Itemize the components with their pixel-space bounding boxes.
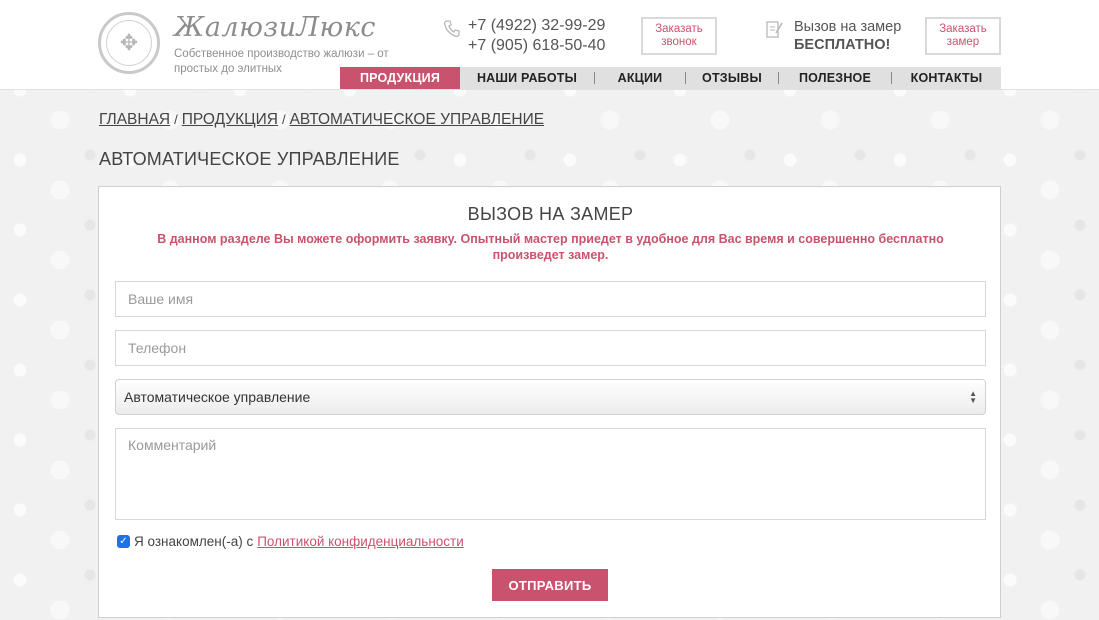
order-measure-button[interactable]: Заказать замер <box>925 17 1001 55</box>
main-nav: ПРОДУКЦИЯ НАШИ РАБОТЫ АКЦИИ ОТЗЫВЫ ПОЛЕЗ… <box>340 67 1001 89</box>
page-title: АВТОМАТИЧЕСКОЕ УПРАВЛЕНИЕ <box>99 149 400 169</box>
nav-item-reviews[interactable]: ОТЗЫВЫ <box>686 67 778 89</box>
form-title: ВЫЗОВ НА ЗАМЕР <box>467 204 634 224</box>
nav-item-useful[interactable]: ПОЛЕЗНОЕ <box>779 67 891 89</box>
form-description: В данном разделе Вы можете оформить заяв… <box>157 232 944 262</box>
nav-item-our-works[interactable]: НАШИ РАБОТЫ <box>460 67 594 89</box>
phone-number-1[interactable]: +7 (4922) 32-99-29 <box>468 16 605 36</box>
clipboard-icon <box>765 19 783 39</box>
breadcrumb-products[interactable]: ПРОДУКЦИЯ <box>182 111 278 128</box>
free-measure-line2: БЕСПЛАТНО! <box>794 37 891 53</box>
measure-button-line2: замер <box>946 36 980 48</box>
phone-icon <box>443 20 462 38</box>
nav-item-promotions[interactable]: АКЦИИ <box>595 67 685 89</box>
consent-text: Я ознакомлен(-а) с <box>134 534 254 549</box>
comment-textarea[interactable]: Комментарий <box>115 428 986 520</box>
select-arrows-icon: ▲ ▼ <box>969 389 977 405</box>
callback-button-line1: Заказать <box>655 23 703 35</box>
phone-input[interactable]: Телефон <box>115 330 986 366</box>
breadcrumb-current[interactable]: АВТОМАТИЧЕСКОЕ УПРАВЛЕНИЕ <box>290 111 545 128</box>
product-select-value: Автоматическое управление <box>124 389 311 405</box>
name-input[interactable]: Ваше имя <box>115 281 986 317</box>
product-select[interactable]: Автоматическое управление ▲ ▼ <box>115 379 986 415</box>
breadcrumb-separator: / <box>174 112 178 127</box>
free-measure-text: Вызов на замер БЕСПЛАТНО! <box>794 18 901 54</box>
logo-emblem[interactable]: ✥ <box>98 12 160 74</box>
nav-item-contacts[interactable]: КОНТАКТЫ <box>892 67 1001 89</box>
nav-item-products[interactable]: ПРОДУКЦИЯ <box>340 67 460 89</box>
callback-button-line2: звонок <box>661 36 697 48</box>
measure-button-line1: Заказать <box>939 23 987 35</box>
phone-number-2[interactable]: +7 (905) 618-50-40 <box>468 36 605 56</box>
breadcrumb-separator: / <box>281 112 286 127</box>
site-header: ✥ ЖалюзиЛюкс Собственное производство жа… <box>0 0 1099 90</box>
measure-request-form: ВЫЗОВ НА ЗАМЕР В данном разделе Вы может… <box>98 186 1001 618</box>
free-measure-line1: Вызов на замер <box>794 19 902 35</box>
privacy-consent: ✓ Я ознакомлен(-а) с Политикой конфиденц… <box>117 534 464 549</box>
brand-name[interactable]: ЖалюзиЛюкс <box>174 12 376 43</box>
logo-ornament-icon: ✥ <box>106 20 152 66</box>
privacy-policy-link[interactable]: Политикой конфиденциальности <box>257 534 464 549</box>
breadcrumb-home[interactable]: ГЛАВНАЯ <box>99 111 170 128</box>
phone-numbers: +7 (4922) 32-99-29 +7 (905) 618-50-40 <box>468 16 605 56</box>
consent-checkbox[interactable]: ✓ <box>117 535 130 548</box>
breadcrumb: ГЛАВНАЯ / ПРОДУКЦИЯ / АВТОМАТИЧЕСКОЕ УПРАВЛЕ… <box>99 111 544 129</box>
submit-button[interactable]: ОТПРАВИТЬ <box>492 569 608 601</box>
order-callback-button[interactable]: Заказать звонок <box>641 17 717 55</box>
